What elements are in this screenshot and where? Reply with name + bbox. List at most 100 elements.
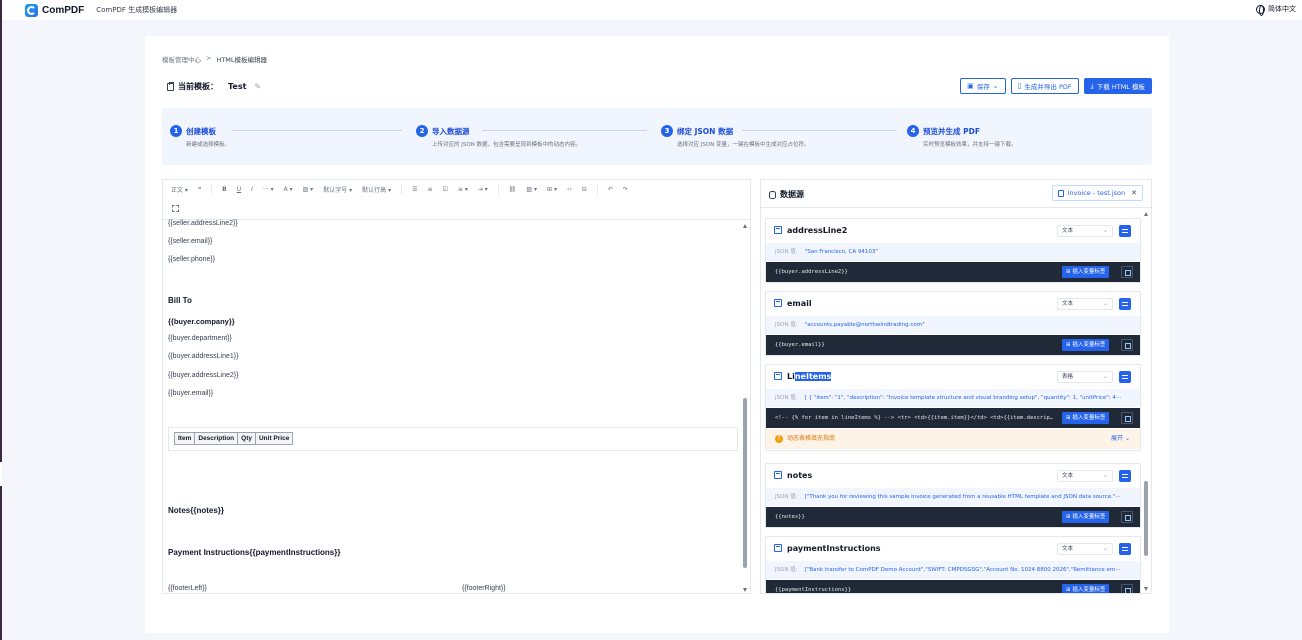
language-switch[interactable]: 简体中文 xyxy=(1256,4,1296,16)
expand-toggle[interactable]: 展开 ⌄ xyxy=(1111,429,1130,449)
json-file-chip[interactable]: Invoice - test.json ✕ xyxy=(1051,185,1143,201)
template-label: 当前模板： xyxy=(178,82,218,91)
placeholder-line[interactable]: {{buyer.email}} xyxy=(168,390,213,397)
scroll-thumb[interactable] xyxy=(1144,481,1148,556)
app-logo[interactable]: ComPDF xyxy=(25,3,84,17)
table-header-cell[interactable]: Item xyxy=(175,433,196,444)
field-type-select[interactable]: 文本 ⌄ xyxy=(1057,543,1113,555)
json-key-label: JSON 值: xyxy=(775,249,798,255)
insert-tag-button[interactable]: ⊞ 插入变量标签 xyxy=(1062,339,1110,351)
field-name: addressLine2 xyxy=(787,226,848,235)
copy-icon[interactable] xyxy=(1121,266,1133,278)
line-height-select[interactable]: 默认行高 ▾ xyxy=(362,185,391,194)
editor-scrollbar[interactable] xyxy=(741,220,750,594)
copy-icon[interactable] xyxy=(1121,511,1133,523)
more-icon[interactable]: ··· ▾ xyxy=(263,186,274,193)
payment-line[interactable]: Payment Instructions{{paymentInstruction… xyxy=(168,548,340,557)
save-button[interactable]: ▣ 保存 ⌄ xyxy=(960,78,1006,94)
placeholder-line[interactable]: {{seller.email}} xyxy=(168,238,212,245)
download-html-button[interactable]: ⤓ 下载 HTML 模板 xyxy=(1083,78,1152,94)
notes-line[interactable]: Notes{{notes}} xyxy=(168,506,224,515)
scroll-down-icon[interactable] xyxy=(1144,587,1148,591)
datasource-scrollbar[interactable] xyxy=(1142,208,1150,593)
insert-tag-button[interactable]: ⊞ 插入变量标签 xyxy=(1062,266,1110,278)
placeholder-line[interactable]: {{buyer.company}} xyxy=(168,317,235,326)
field-menu-button[interactable] xyxy=(1119,225,1131,237)
fullscreen-icon[interactable] xyxy=(172,205,179,212)
divider-icon[interactable]: ⊟ xyxy=(582,186,587,193)
json-value: "San Francisco, CA 94103" xyxy=(804,249,878,255)
field-menu-button[interactable] xyxy=(1119,470,1131,482)
code-snippet[interactable]: {{paymentInstructions}} xyxy=(775,587,851,593)
code-icon[interactable]: ‹› xyxy=(567,186,572,193)
paragraph-label: 正文 xyxy=(171,187,184,194)
placeholder-line[interactable]: {{buyer.department}} xyxy=(168,335,232,342)
field-menu-button[interactable] xyxy=(1119,371,1131,383)
bullet-list-icon[interactable]: ☰ xyxy=(412,186,417,193)
scroll-thumb[interactable] xyxy=(743,398,747,568)
code-snippet[interactable]: <!-- {% for item in lineItems %} --> <tr… xyxy=(775,415,1053,421)
field-code: {{paymentInstructions}} ⊞ 插入变量标签 xyxy=(766,580,1140,593)
insert-tag-button[interactable]: ⊞ 插入变量标签 xyxy=(1062,584,1110,593)
bold-icon[interactable]: B xyxy=(222,186,227,193)
placeholder-line[interactable]: {{buyer.addressLine1}} xyxy=(168,353,238,360)
paragraph-select[interactable]: 正文 ▾ xyxy=(171,185,188,194)
scroll-down-icon[interactable] xyxy=(743,588,747,592)
field-menu-button[interactable] xyxy=(1119,298,1131,310)
field-card-email: email 文本 ⌄ JSON 值: "accounts.payable@north… xyxy=(765,291,1141,356)
line-items-table-block[interactable]: Item Description Qty Unit Price xyxy=(168,427,738,451)
image-icon[interactable]: ▧ ▾ xyxy=(526,186,537,193)
code-snippet[interactable]: {{notes}} xyxy=(775,514,805,520)
table-header-cell[interactable]: Description xyxy=(195,433,239,444)
font-color-icon[interactable]: A ▾ xyxy=(284,186,293,193)
quote-icon[interactable]: ❝ xyxy=(198,186,201,193)
table-icon[interactable]: ⊞ ▾ xyxy=(547,186,557,193)
underline-icon[interactable]: U xyxy=(237,186,241,193)
json-file-name: Invoice - test.json xyxy=(1067,189,1126,197)
code-snippet[interactable]: {{buyer.addressLine2}} xyxy=(775,269,848,275)
scroll-up-icon[interactable] xyxy=(1144,212,1148,216)
link-icon[interactable]: ⛓ xyxy=(509,186,517,193)
export-pdf-button[interactable]: ▯ 生成并导出 PDF xyxy=(1010,78,1079,94)
numbered-list-icon[interactable]: ≡ xyxy=(427,186,432,193)
step-title: 创建模板 xyxy=(186,127,216,136)
field-type-select[interactable]: 文本 ⌄ xyxy=(1057,470,1113,482)
copy-icon[interactable] xyxy=(1121,412,1133,424)
breadcrumb-parent[interactable]: 模板管理中心 xyxy=(162,54,201,64)
text-type-icon xyxy=(774,471,782,479)
bg-color-icon[interactable]: ▨ ▾ xyxy=(303,186,314,193)
align-icon[interactable]: ≡ ▾ xyxy=(458,186,468,193)
footer-left[interactable]: {{footerLeft}} xyxy=(168,585,207,592)
todo-list-icon[interactable]: ☑ xyxy=(443,186,448,193)
close-icon[interactable]: ✕ xyxy=(1131,189,1137,197)
table-header-cell[interactable]: Qty xyxy=(238,433,256,444)
field-menu-button[interactable] xyxy=(1119,543,1131,555)
field-type-select[interactable]: 文本 ⌄ xyxy=(1057,225,1113,237)
copy-icon[interactable] xyxy=(1121,339,1133,351)
italic-icon[interactable]: I xyxy=(251,186,253,193)
line-items-table[interactable]: Item Description Qty Unit Price xyxy=(174,432,294,445)
footer-right[interactable]: {{footerRight}} xyxy=(462,585,506,592)
section-heading[interactable]: Bill To xyxy=(168,296,192,305)
font-size-select[interactable]: 默认字号 ▾ xyxy=(323,185,352,194)
copy-icon[interactable] xyxy=(1121,584,1133,593)
insert-tag-button[interactable]: ⊞ 插入变量标签 xyxy=(1062,412,1110,424)
code-snippet[interactable]: {{buyer.email}} xyxy=(775,342,825,348)
placeholder-line[interactable]: {{seller.phone}} xyxy=(168,256,215,263)
placeholder-line[interactable]: {{seller.addressLine2}} xyxy=(168,220,238,227)
redo-icon[interactable]: ↷ xyxy=(623,186,628,193)
undo-icon[interactable]: ↶ xyxy=(608,186,613,193)
insert-tag-button[interactable]: ⊞ 插入变量标签 xyxy=(1062,511,1110,523)
field-type-select[interactable]: 文本 ⌄ xyxy=(1057,298,1113,310)
table-header-cell[interactable]: Unit Price xyxy=(256,433,292,444)
placeholder-line[interactable]: {{buyer.addressLine2}} xyxy=(168,372,238,379)
step-connector xyxy=(742,130,897,131)
editor-content[interactable]: {{seller.addressLine2}} {{seller.email}}… xyxy=(163,220,743,594)
field-type-select[interactable]: 表格 ⌄ xyxy=(1057,371,1113,383)
edit-name-icon[interactable]: ✎ xyxy=(254,82,261,91)
json-value: ["Thank you for reviewing this sample in… xyxy=(804,494,1121,500)
insert-tag-label: 插入变量标签 xyxy=(1072,269,1106,275)
scroll-up-icon[interactable] xyxy=(743,224,747,228)
dynamic-table-guide[interactable]: ? 动态表格填充指南 展开 ⌄ xyxy=(766,429,1140,449)
indent-icon[interactable]: ⇥ ▾ xyxy=(478,186,488,193)
